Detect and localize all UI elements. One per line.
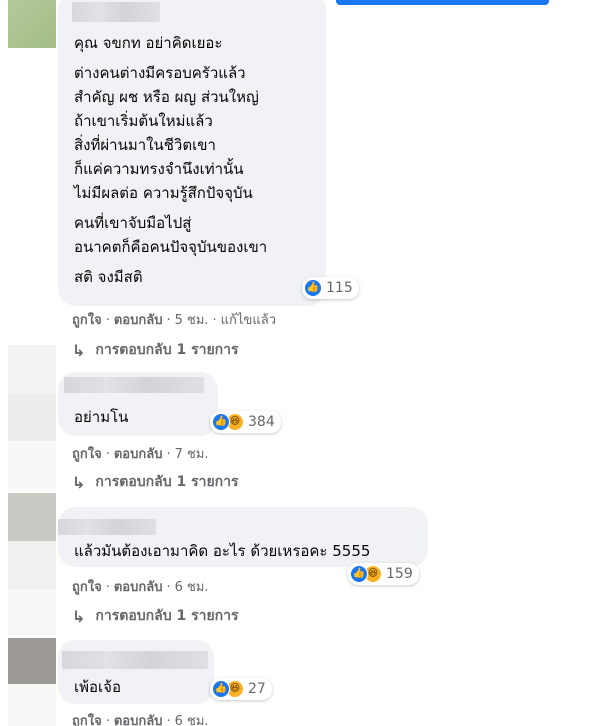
reply-arrow-icon: ↳ xyxy=(72,606,86,626)
reply-link[interactable]: ตอบกลับ xyxy=(114,313,163,328)
comment-bubble: คุณ จขกท อย่าคิดเยอะ ต่างคนต่างมีครอบครั… xyxy=(58,0,326,306)
timestamp[interactable]: 6 ชม. xyxy=(175,714,209,726)
comment-bubble: อย่ามโน xyxy=(58,372,218,436)
reaction-summary[interactable]: 👍 😆 159 xyxy=(348,563,419,585)
comment-actions: ถูกใจ · ตอบกลับ · 6 ชม. xyxy=(72,710,209,726)
comment-line: ถ้าเขาเริ่มต้นใหม่แล้ว xyxy=(74,112,213,130)
reaction-summary[interactable]: 👍 115 xyxy=(302,277,359,299)
reaction-count: 384 xyxy=(248,414,275,430)
comment-line: คุณ จขกท อย่าคิดเยอะ xyxy=(74,34,223,52)
reaction-count: 115 xyxy=(326,280,353,296)
reaction-count: 159 xyxy=(386,566,413,582)
view-replies-link[interactable]: ↳ การตอบกลับ 1 รายการ xyxy=(72,605,239,627)
like-link[interactable]: ถูกใจ xyxy=(72,714,102,726)
reaction-summary[interactable]: 👍 😆 27 xyxy=(210,678,272,700)
replies-count: การตอบกลับ 1 รายการ xyxy=(95,474,239,490)
author-name-redacted[interactable] xyxy=(64,377,204,393)
avatar[interactable] xyxy=(8,638,56,726)
comment-line: อนาคตก็คือคนปัจจุบันของเขา xyxy=(74,238,268,256)
author-name-redacted[interactable] xyxy=(58,519,156,535)
author-name-redacted[interactable] xyxy=(62,651,208,669)
like-icon: 👍 xyxy=(304,279,322,297)
comment-1: คุณ จขกท อย่าคิดเยอะ ต่างคนต่างมีครอบครั… xyxy=(0,0,600,362)
avatar[interactable] xyxy=(8,493,56,635)
comment-line: สิ่งที่ผ่านมาในชีวิตเขา xyxy=(74,136,216,154)
replies-count: การตอบกลับ 1 รายการ xyxy=(95,608,239,624)
reply-link[interactable]: ตอบกลับ xyxy=(114,580,163,595)
comment-line: คนที่เขาจับมือไปสู่ xyxy=(74,214,192,232)
reaction-summary[interactable]: 👍 😆 384 xyxy=(210,411,281,433)
like-icon: 👍 xyxy=(212,413,230,431)
timestamp[interactable]: 6 ชม. xyxy=(175,580,209,595)
author-name-redacted[interactable] xyxy=(72,2,160,22)
reply-link[interactable]: ตอบกลับ xyxy=(114,447,163,462)
comment-4: เพ้อเจ้อ 👍 😆 27 ถูกใจ · ตอบกลับ · 6 ชม. xyxy=(0,638,600,726)
comment-line: ก็แค่ความทรงจำนึงเท่านั้น xyxy=(74,160,244,178)
like-icon: 👍 xyxy=(350,565,368,583)
comment-3: แล้วมันต้องเอามาคิด อะไร ด้วยเหรอคะ 5555… xyxy=(0,493,600,635)
timestamp[interactable]: 7 ชม. xyxy=(175,447,209,462)
comment-actions: ถูกใจ · ตอบกลับ · 7 ชม. xyxy=(72,447,209,462)
comment-bubble: แล้วมันต้องเอามาคิด อะไร ด้วยเหรอคะ 5555 xyxy=(58,507,428,567)
like-icon: 👍 xyxy=(212,680,230,698)
timestamp[interactable]: 5 ชม. xyxy=(175,313,209,328)
like-link[interactable]: ถูกใจ xyxy=(72,580,102,595)
reply-arrow-icon: ↳ xyxy=(72,472,86,492)
comment-bubble: เพ้อเจ้อ xyxy=(58,640,214,704)
like-link[interactable]: ถูกใจ xyxy=(72,447,102,462)
comment-2: อย่ามโน 👍 😆 384 ถูกใจ · ตอบกลับ · 7 ชม. ↳ กา… xyxy=(0,345,600,495)
comment-line: สำคัญ ผช หรือ ผญ ส่วนใหญ่ xyxy=(74,88,259,106)
comment-actions: ถูกใจ · ตอบกลับ · 6 ชม. xyxy=(72,580,209,595)
comment-actions: ถูกใจ · ตอบกลับ · 5 ชม. · แก้ไขแล้ว xyxy=(72,313,276,328)
comment-text: แล้วมันต้องเอามาคิด อะไร ด้วยเหรอคะ 5555 xyxy=(74,542,371,560)
avatar[interactable] xyxy=(8,345,56,495)
like-link[interactable]: ถูกใจ xyxy=(72,313,102,328)
comment-line: ไม่มีผลต่อ ความรู้สึกปัจจุบัน xyxy=(74,184,253,202)
comments-page: คุณ จขกท อย่าคิดเยอะ ต่างคนต่างมีครอบครั… xyxy=(0,0,600,726)
comment-line: ต่างคนต่างมีครอบครัวแล้ว xyxy=(74,64,246,82)
avatar[interactable] xyxy=(8,0,56,48)
reply-link[interactable]: ตอบกลับ xyxy=(114,714,163,726)
comment-text: เพ้อเจ้อ xyxy=(74,678,121,696)
edited-label: แก้ไขแล้ว xyxy=(220,313,276,328)
comment-text: คุณ จขกท อย่าคิดเยอะ ต่างคนต่างมีครอบครั… xyxy=(74,31,267,289)
comment-line: สติ จงมีสติ xyxy=(74,268,143,286)
comment-text: อย่ามโน xyxy=(74,408,129,426)
view-replies-link[interactable]: ↳ การตอบกลับ 1 รายการ xyxy=(72,471,239,493)
reaction-count: 27 xyxy=(248,681,266,697)
